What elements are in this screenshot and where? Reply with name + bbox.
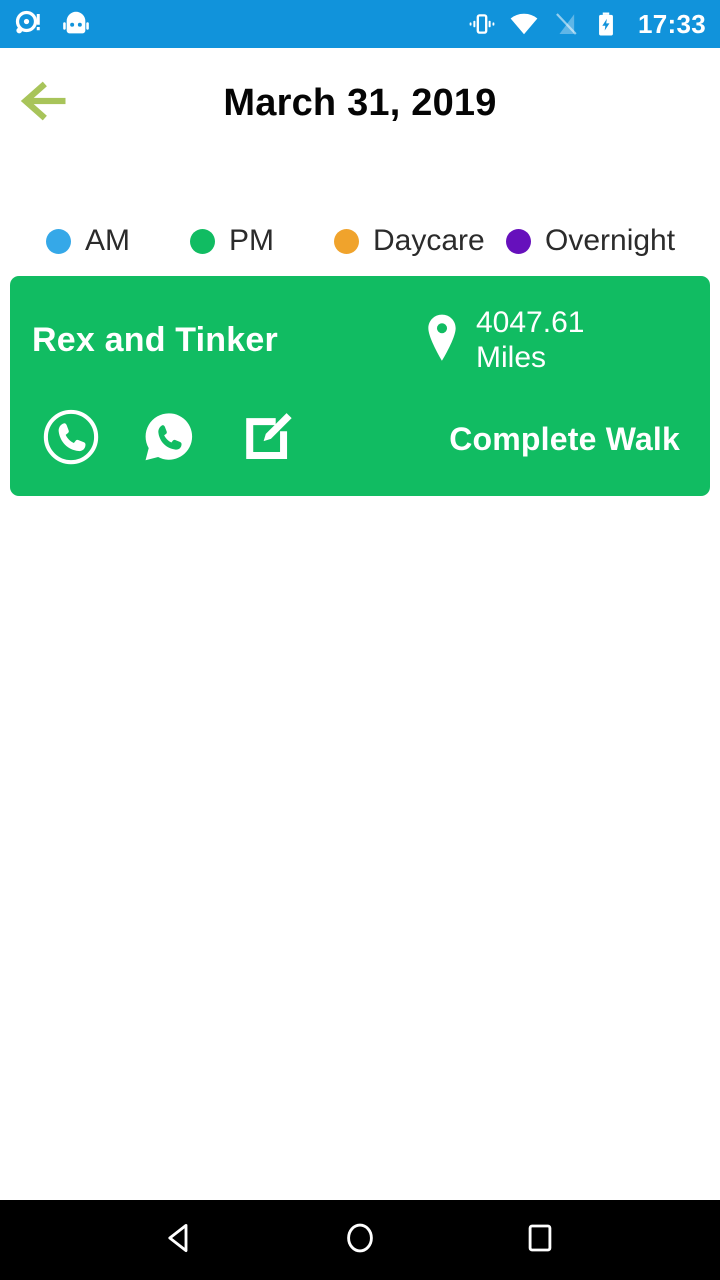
legend-dot-daycare <box>334 228 359 254</box>
walk-card-actions <box>32 408 296 471</box>
legend-item-pm: PM <box>190 226 334 256</box>
nav-back-button[interactable] <box>145 1205 215 1275</box>
status-bar: 17:33 <box>0 0 720 48</box>
battery-charging-icon <box>593 11 619 37</box>
whatsapp-icon[interactable] <box>140 408 198 471</box>
call-icon[interactable] <box>42 408 100 471</box>
distance-text: 4047.61 Miles <box>476 306 584 375</box>
legend-label-pm: PM <box>229 224 274 257</box>
complete-walk-button[interactable]: Complete Walk <box>449 421 682 458</box>
arrow-left-icon <box>20 79 72 128</box>
distance-unit: Miles <box>476 340 547 374</box>
no-sim-signal-icon <box>552 10 580 38</box>
status-bar-left-icons <box>14 9 90 39</box>
edit-note-icon[interactable] <box>238 408 296 471</box>
nav-recents-icon <box>522 1220 558 1261</box>
cyanogenmod-robot-icon <box>62 10 90 38</box>
android-navigation-bar <box>0 1200 720 1280</box>
legend-dot-am <box>46 228 71 254</box>
legend-item-overnight: Overnight <box>506 226 675 256</box>
app-bar: March 31, 2019 <box>0 48 720 158</box>
nav-home-icon <box>342 1220 378 1261</box>
legend-dot-overnight <box>506 228 531 254</box>
distance-value: 4047.61 <box>476 306 585 339</box>
legend-item-am: AM <box>46 226 190 256</box>
walk-card-top-row: Rex and Tinker 4047.61 Miles <box>32 306 682 404</box>
distance-block: 4047.61 Miles <box>422 306 682 375</box>
legend-dot-pm <box>190 228 215 254</box>
nav-back-icon <box>162 1220 198 1261</box>
map-pin-icon <box>422 312 462 369</box>
wifi-icon <box>509 9 539 39</box>
app-screen: 17:33 March 31, 2019 AM PM Daycare Overn… <box>0 0 720 1280</box>
legend-item-daycare: Daycare <box>334 226 506 256</box>
status-bar-right-icons: 17:33 <box>468 9 706 39</box>
page-title: March 31, 2019 <box>223 81 497 124</box>
nav-home-button[interactable] <box>325 1205 395 1275</box>
walk-card-bottom-row: Complete Walk <box>32 408 682 471</box>
legend-label-am: AM <box>85 224 130 257</box>
vibrate-icon <box>468 10 496 38</box>
empty-content-area <box>0 496 720 1200</box>
legend-label-daycare: Daycare <box>373 224 485 257</box>
status-bar-clock: 17:33 <box>638 9 706 39</box>
schedule-legend: AM PM Daycare Overnight <box>0 158 720 276</box>
notification-alert-icon <box>14 9 44 39</box>
walk-card[interactable]: Rex and Tinker 4047.61 Miles Complete Wa… <box>10 276 710 496</box>
nav-recents-button[interactable] <box>505 1205 575 1275</box>
walk-card-area: Rex and Tinker 4047.61 Miles Complete Wa… <box>0 276 720 496</box>
back-button[interactable] <box>14 73 78 133</box>
legend-label-overnight: Overnight <box>545 224 676 257</box>
pet-name: Rex and Tinker <box>32 321 278 359</box>
